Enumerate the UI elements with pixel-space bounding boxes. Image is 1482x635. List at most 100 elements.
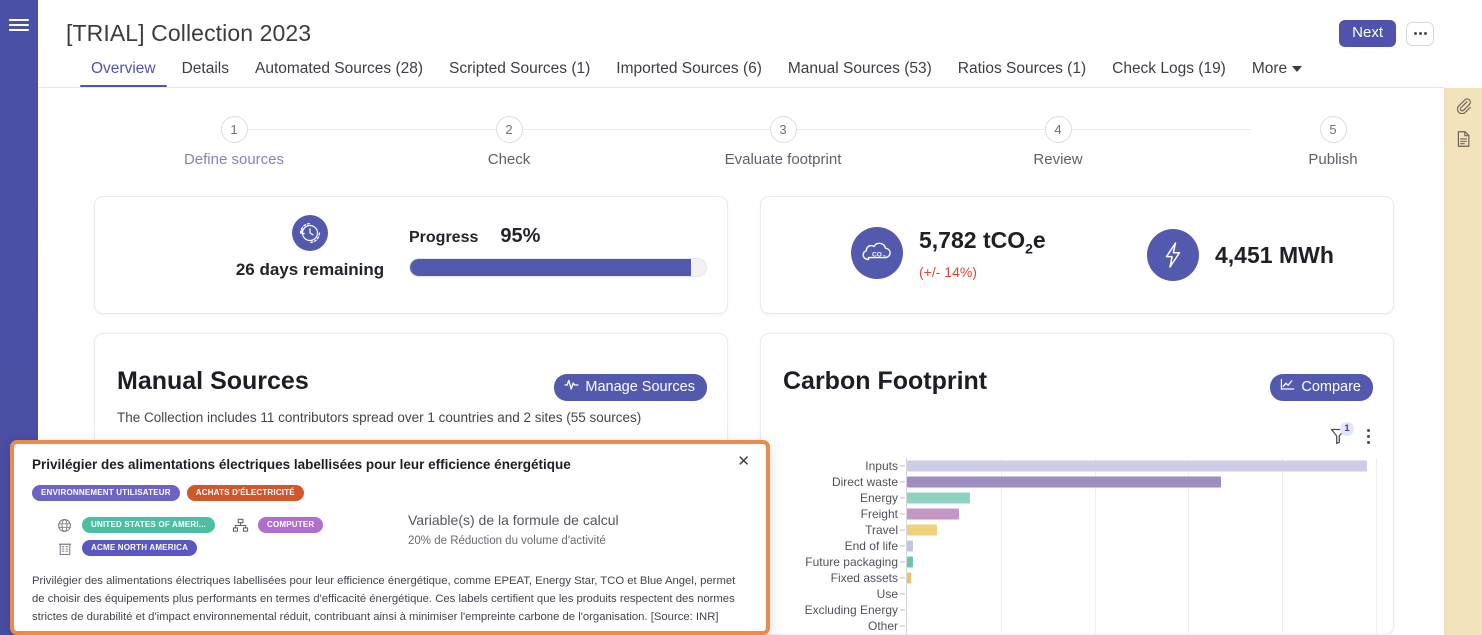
chart-axis-tick	[900, 529, 905, 531]
chart-category-label: Direct waste	[831, 475, 898, 489]
co2-metric: CO 2 5,782 tCO2e (+/- 14%)	[851, 227, 1046, 280]
tab-overview[interactable]: Overview	[78, 59, 169, 87]
chart-axis-tick	[900, 577, 905, 579]
tab-manual-sources[interactable]: Manual Sources (53)	[775, 59, 945, 87]
co2-value-suffix: e	[1032, 227, 1046, 253]
tab-label: Imported Sources (6)	[616, 60, 762, 77]
chart-bar[interactable]	[907, 492, 971, 504]
compare-button[interactable]: Compare	[1270, 374, 1373, 401]
step-number: 4	[1044, 116, 1072, 143]
co2-value-main: 5,782 tCO	[919, 227, 1026, 253]
chart-bar[interactable]	[907, 508, 959, 520]
stepper-step-2[interactable]: 2 Check	[409, 108, 609, 168]
attribute-organisation-tag: ACME NORTH AMERICA	[82, 540, 198, 556]
lightning-bolt-icon	[1147, 229, 1199, 281]
paperclip-icon[interactable]	[1444, 88, 1482, 122]
tab-label: Check Logs (19)	[1112, 60, 1226, 77]
chart-axis-tick	[900, 465, 905, 467]
popup-tag-row: ENVIRONNEMENT UTILISATEUR ACHATS D'ÉLECTR…	[32, 485, 304, 501]
chart-category-label: Energy	[859, 491, 898, 505]
step-number: 5	[1319, 116, 1347, 143]
step-label: Define sources	[183, 151, 285, 168]
popup-formula-block: Variable(s) de la formule de calcul 20% …	[408, 512, 738, 547]
tab-imported-sources[interactable]: Imported Sources (6)	[603, 59, 775, 87]
attribute-equipment-tag: COMPUTER	[258, 517, 324, 533]
tab-check-logs[interactable]: Check Logs (19)	[1099, 59, 1239, 87]
document-icon[interactable]	[1444, 122, 1482, 156]
next-button[interactable]: Next	[1339, 20, 1396, 47]
chart-gridline	[1376, 458, 1377, 635]
step-number: 1	[220, 116, 248, 143]
recommendation-popup: Privilégier des alimentations électrique…	[10, 440, 770, 635]
chart-axis-tick	[900, 513, 905, 515]
building-icon	[56, 540, 73, 556]
tab-label: More	[1251, 60, 1288, 77]
stepper-step-4[interactable]: 4 Review	[958, 108, 1158, 168]
chart-bar[interactable]	[907, 476, 1222, 488]
progress-bar-fill	[410, 259, 692, 276]
page-title: [TRIAL] Collection 2023	[66, 20, 312, 46]
close-x-icon[interactable]: ✕	[737, 454, 750, 469]
step-label: Publish	[1308, 151, 1358, 168]
chart-bar[interactable]	[907, 540, 914, 552]
tab-automated-sources[interactable]: Automated Sources (28)	[242, 59, 436, 87]
filter-count-badge: 1	[1340, 422, 1354, 436]
manage-sources-button[interactable]: Manage Sources	[554, 374, 707, 401]
energy-value: 4,451 MWh	[1215, 242, 1334, 268]
more-options-button[interactable]	[1406, 21, 1434, 46]
attribute-country: UNITED STATES OF AMERI...	[56, 517, 216, 533]
step-label: Evaluate footprint	[724, 151, 842, 168]
right-sidebar	[1444, 88, 1482, 635]
popup-tag-0: ENVIRONNEMENT UTILISATEUR	[32, 485, 180, 501]
app-root: [TRIAL] Collection 2023 Next Overview De…	[0, 0, 1482, 635]
chart-category-label: Excluding Energy	[804, 603, 898, 617]
chart-bar[interactable]	[907, 524, 938, 536]
tab-label: Details	[181, 60, 229, 77]
chart-category-label: Inputs	[865, 459, 898, 473]
chart-bar[interactable]	[907, 556, 913, 568]
tab-label: Ratios Sources (1)	[957, 60, 1087, 77]
tab-ratios-sources[interactable]: Ratios Sources (1)	[945, 59, 1099, 87]
compare-label: Compare	[1301, 378, 1361, 395]
popup-attributes-col1: UNITED STATES OF AMERI... ACME NORTH AME…	[56, 517, 216, 563]
carbon-footprint-title: Carbon Footprint	[783, 367, 988, 395]
stepper-connector	[234, 129, 1251, 130]
chart-category-label: Freight	[860, 507, 898, 521]
attribute-country-tag: UNITED STATES OF AMERI...	[82, 517, 216, 533]
chart-category-label: Other	[867, 619, 898, 633]
attribute-equipment: COMPUTER	[232, 517, 324, 533]
manage-sources-label: Manage Sources	[585, 378, 695, 395]
popup-title: Privilégier des alimentations électrique…	[32, 457, 571, 472]
stepper-step-1[interactable]: 1 Define sources	[134, 108, 334, 168]
chart-category-label: End of life	[844, 539, 898, 553]
chart-category-label: Use	[876, 587, 898, 601]
computer-network-icon	[232, 517, 249, 533]
popup-tag-1: ACHATS D'ÉLECTRICITÉ	[186, 485, 304, 501]
tab-scripted-sources[interactable]: Scripted Sources (1)	[436, 59, 603, 87]
chart-axis-tick	[900, 497, 905, 499]
tab-more[interactable]: More	[1239, 59, 1315, 87]
tab-label: Overview	[91, 60, 156, 77]
progress-bar	[409, 258, 707, 277]
stepper-step-5[interactable]: 5 Publish	[1233, 108, 1433, 168]
clock-refresh-icon	[292, 215, 328, 251]
days-remaining-label: 26 days remaining	[235, 260, 385, 279]
popup-attributes-col2: COMPUTER	[232, 517, 324, 540]
step-number: 3	[769, 116, 797, 143]
formula-title: Variable(s) de la formule de calcul	[408, 512, 619, 528]
tab-details[interactable]: Details	[169, 59, 242, 87]
chart-menu-button[interactable]	[1361, 426, 1375, 447]
chevron-down-icon	[1292, 65, 1303, 72]
chart-bar[interactable]	[907, 460, 1367, 472]
progress-value: 95%	[500, 225, 541, 247]
chart-axis-tick	[900, 545, 905, 547]
stepper-step-3[interactable]: 3 Evaluate footprint	[683, 108, 883, 168]
filter-button[interactable]: 1	[1329, 422, 1354, 448]
chart-axis-tick	[900, 593, 905, 595]
progress-card: 26 days remaining Progress 95%	[94, 196, 728, 314]
chart-axis-tick	[900, 481, 905, 483]
manual-sources-subtitle: The Collection includes 11 contributors …	[117, 410, 642, 425]
hamburger-list-icon[interactable]	[9, 19, 29, 35]
chart-bar[interactable]	[907, 572, 912, 584]
popup-body-text: Privilégier des alimentations électrique…	[32, 575, 736, 623]
